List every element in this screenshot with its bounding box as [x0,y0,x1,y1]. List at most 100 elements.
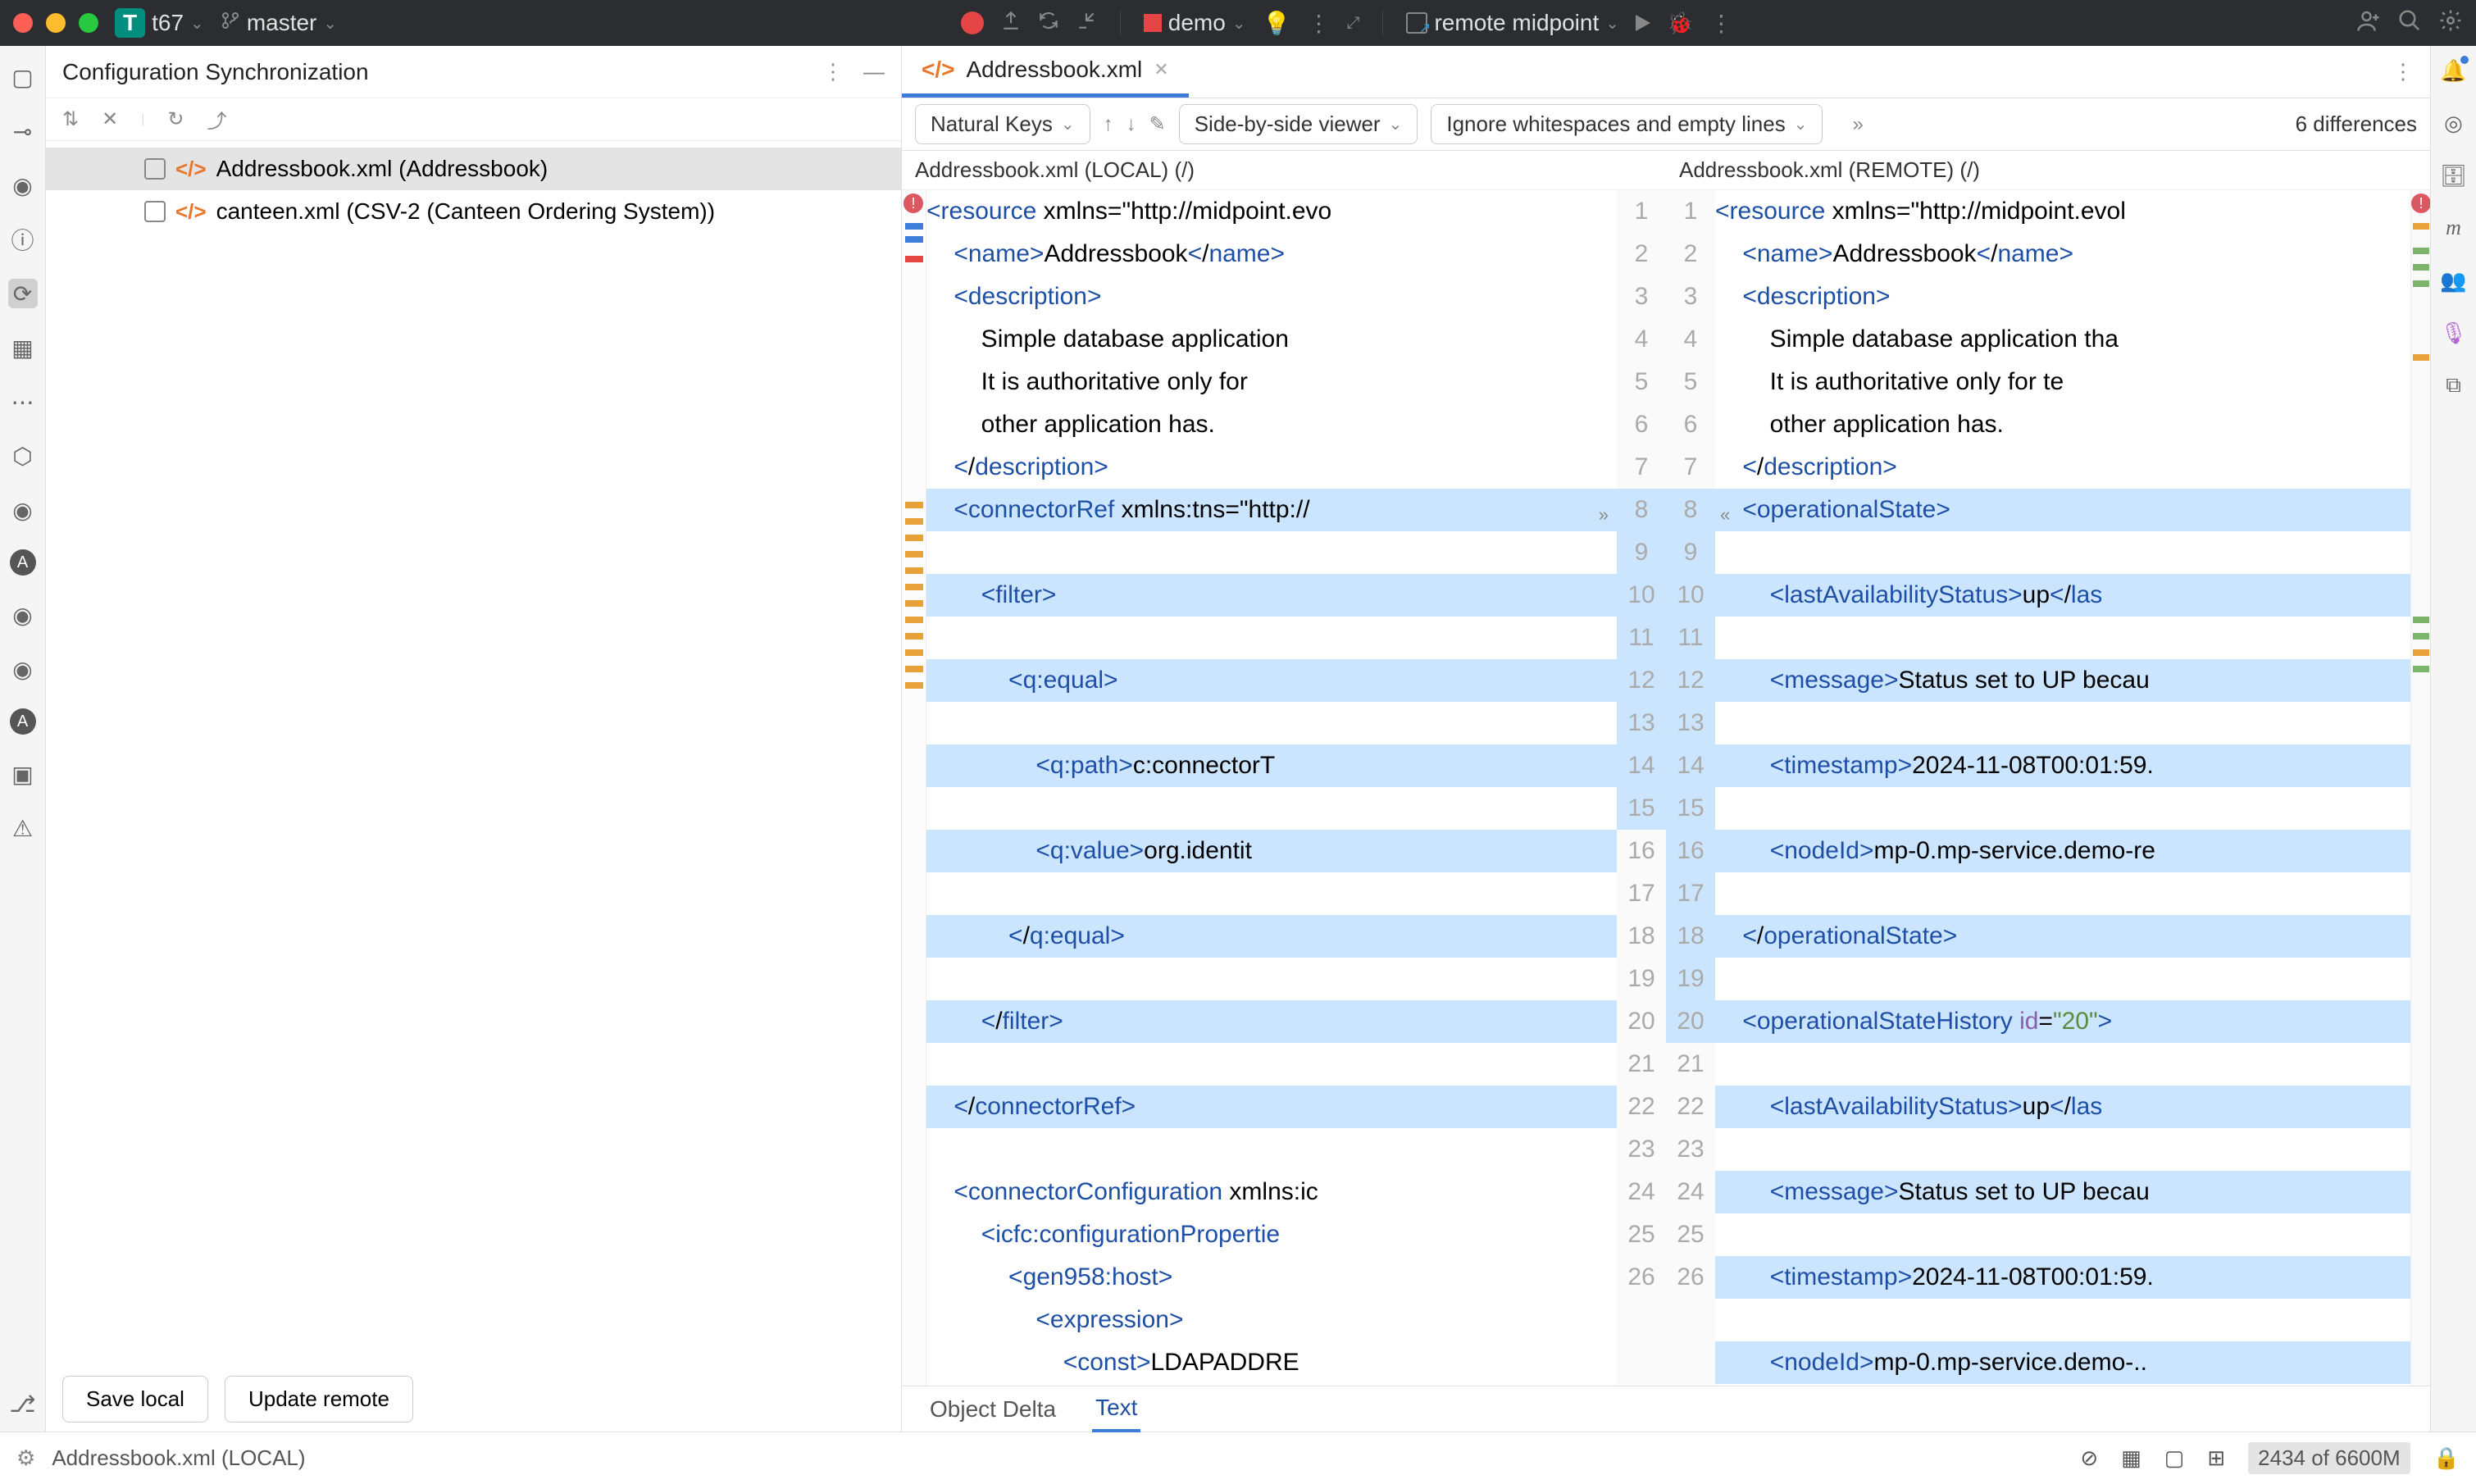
remote-file-label: Addressbook.xml (REMOTE) (/) [1666,151,2430,190]
memory-indicator[interactable]: 2434 of 6600M [2248,1442,2410,1474]
push-icon[interactable]: ⤴ [207,105,226,134]
editor-area: </> Addressbook.xml ✕ ⋮ Natural Keys ⌄ ↑… [902,46,2430,1432]
update-remote-button[interactable]: Update remote [225,1376,413,1423]
mic-icon[interactable]: 🎙 [2439,318,2469,348]
tab-text[interactable]: Text [1092,1386,1140,1432]
close-tab-icon[interactable]: ✕ [1154,59,1168,80]
right-tool-rail: 🔔 ◎ 🗄 m 👥 🎙 ⧉ [2430,46,2476,1432]
project-selector[interactable]: T t67 ⌄ [115,8,204,38]
terminal-icon[interactable]: ▣ [8,759,38,789]
a2-circle-icon[interactable]: A [10,708,36,735]
xml-file-icon: </> [922,57,954,83]
chevron-down-icon: ⌄ [1061,114,1075,134]
upload-icon[interactable] [1000,10,1022,37]
run-icon[interactable] [1636,15,1650,31]
chevron-down-icon: ⌄ [323,13,337,34]
search-icon[interactable] [2397,8,2422,39]
status-icon[interactable]: ▦ [2121,1445,2141,1471]
run-config-name: demo [1168,10,1226,36]
status-gear-icon[interactable]: ⚙ [16,1445,35,1471]
collab-icon[interactable]: ⧉ [2439,371,2469,400]
branch-selector[interactable]: master ⌄ [221,10,337,36]
config-swatch [1144,14,1162,32]
remote-icon [1406,12,1427,34]
hex-icon[interactable]: ⬡ [8,441,38,471]
chevron-down-icon: ⌄ [1794,114,1808,134]
remote-selector[interactable]: remote midpoint ⌄ [1406,10,1619,36]
tree-item[interactable]: </> canteen.xml (CSV-2 (Canteen Ordering… [46,190,901,233]
collapse-icon[interactable]: ✕ [102,107,118,131]
run-config-selector[interactable]: demo ⌄ [1144,10,1246,36]
editor-tab[interactable]: </> Addressbook.xml ✕ [902,46,1189,98]
database-icon[interactable]: 🗄 [2439,161,2469,190]
record-icon[interactable] [961,11,984,34]
a-circle-icon[interactable]: A [10,549,36,576]
checkbox[interactable] [144,201,166,222]
spiral-icon[interactable]: ◎ [2439,108,2469,138]
merge-right-icon[interactable]: » [1599,494,1609,536]
remote-code[interactable]: <resource xmlns="http://midpoint.evol <n… [1715,190,2410,1386]
left-marks: ! [902,190,926,1386]
local-code[interactable]: <resource xmlns="http://midpoint.evo <na… [926,190,1617,1386]
folder-icon[interactable]: ▢ [8,62,38,92]
dot3-icon[interactable]: ◉ [8,654,38,684]
dot2-icon[interactable]: ◉ [8,600,38,630]
panel-menu-icon[interactable]: ⋮ [822,59,844,84]
prev-diff-icon[interactable]: ↑ [1104,113,1113,136]
reload-icon[interactable]: ↻ [167,107,184,131]
dot1-icon[interactable]: ◉ [8,495,38,525]
minimize-window[interactable] [46,13,66,33]
save-local-button[interactable]: Save local [62,1376,208,1423]
add-user-icon[interactable] [2356,8,2381,39]
more-icon[interactable]: ⋮ [1307,10,1330,37]
m-icon[interactable]: m [2439,213,2469,243]
vcs-icon[interactable]: ⎇ [8,1389,38,1418]
chevron-down-icon: ⌄ [190,13,204,34]
project-badge: T [115,8,145,38]
status-icon[interactable]: ▢ [2164,1445,2185,1471]
commit-icon[interactable]: ⊸ [8,116,38,146]
more-icon[interactable]: ⋮ [1709,10,1732,37]
notifications-icon[interactable]: 🔔 [2439,56,2469,85]
checkbox[interactable] [144,158,166,180]
incoming-icon[interactable] [1076,10,1097,37]
more-icon[interactable]: ⋯ [8,387,38,417]
gear-dot-icon[interactable]: ◉ [8,171,38,200]
status-icon[interactable]: ⊘ [2080,1445,2098,1471]
warning-icon[interactable]: ⚠ [8,813,38,843]
edit-icon[interactable]: ✎ [1149,112,1166,136]
team-icon[interactable]: 👥 [2439,266,2469,295]
keys-mode-selector[interactable]: Natural Keys ⌄ [915,104,1090,144]
tree-item[interactable]: </> Addressbook.xml (Addressbook) [46,148,901,190]
next-diff-icon[interactable]: ↓ [1126,113,1136,136]
expand-all-icon[interactable]: ⇅ [62,107,79,131]
help-icon[interactable]: ⓘ [8,225,38,254]
tab-menu-icon[interactable]: ⋮ [2392,59,2414,84]
sync-icon[interactable]: ⟳ [8,279,38,308]
line-gutter: 1234567891011121314151617181920212223242… [1617,190,1715,1386]
error-badge-icon: ! [903,193,923,213]
xml-file-icon: </> [175,199,207,225]
tree-item-label: canteen.xml (CSV-2 (Canteen Ordering Sys… [216,198,715,225]
refresh-icon[interactable] [1038,10,1059,37]
panel-minimize-icon[interactable]: — [863,59,885,84]
lock-icon[interactable]: 🔒 [2433,1445,2460,1471]
left-tool-rail: ▢ ⊸ ◉ ⓘ ⟳ ▦ ⋯ ⬡ ◉ A ◉ ◉ A ▣ ⚠ ⎇ [0,46,46,1432]
close-window[interactable] [13,13,33,33]
merge-left-icon[interactable]: « [1720,494,1730,536]
zoom-window[interactable] [79,13,98,33]
scroll-sync-icon[interactable]: » [1852,113,1863,136]
whitespace-mode-selector[interactable]: Ignore whitespaces and empty lines ⌄ [1431,104,1823,144]
status-icon[interactable]: ⊞ [2207,1445,2225,1471]
view-mode-selector[interactable]: Side-by-side viewer ⌄ [1179,104,1418,144]
tree-item-label: Addressbook.xml (Addressbook) [216,156,548,182]
tab-object-delta[interactable]: Object Delta [926,1388,1059,1431]
expand-icon[interactable]: ⤢ [1346,14,1359,33]
panel-title: Configuration Synchronization [62,59,803,85]
debug-icon[interactable]: 🐞 [1667,11,1693,36]
settings-icon[interactable] [2438,8,2463,39]
local-pane[interactable]: ! <resource xmlns= [902,190,1617,1386]
lightbulb-icon[interactable]: 💡 [1263,10,1291,37]
apps-icon[interactable]: ▦ [8,333,38,362]
remote-pane[interactable]: « <resource xmlns="http://midpoint.evol … [1715,190,2430,1386]
